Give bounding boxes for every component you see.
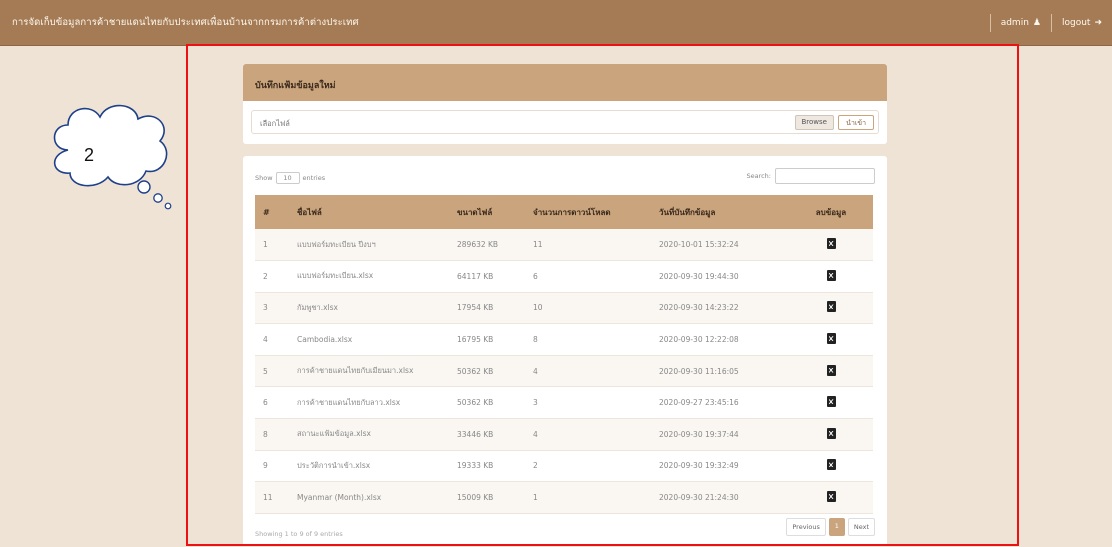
thought-cloud-icon — [53, 104, 172, 210]
logout-link[interactable]: logout ➜ — [1062, 18, 1102, 28]
top-navbar: การจัดเก็บข้อมูลการค้าชายแดนไทยกับประเทศ… — [0, 0, 1112, 46]
nav-divider — [1050, 14, 1052, 32]
navbar-right: admin ♟ logout ➜ — [989, 14, 1102, 32]
nav-divider — [989, 14, 991, 32]
app-title[interactable]: การจัดเก็บข้อมูลการค้าชายแดนไทยกับประเทศ… — [12, 15, 359, 30]
user-icon: ♟ — [1032, 18, 1041, 28]
user-label: admin — [1000, 18, 1029, 28]
highlight-frame — [186, 44, 1019, 546]
user-menu[interactable]: admin ♟ — [1001, 18, 1041, 28]
logout-icon: ➜ — [1094, 18, 1102, 28]
annotation-number: 2 — [84, 145, 95, 165]
logout-label: logout — [1061, 18, 1091, 28]
